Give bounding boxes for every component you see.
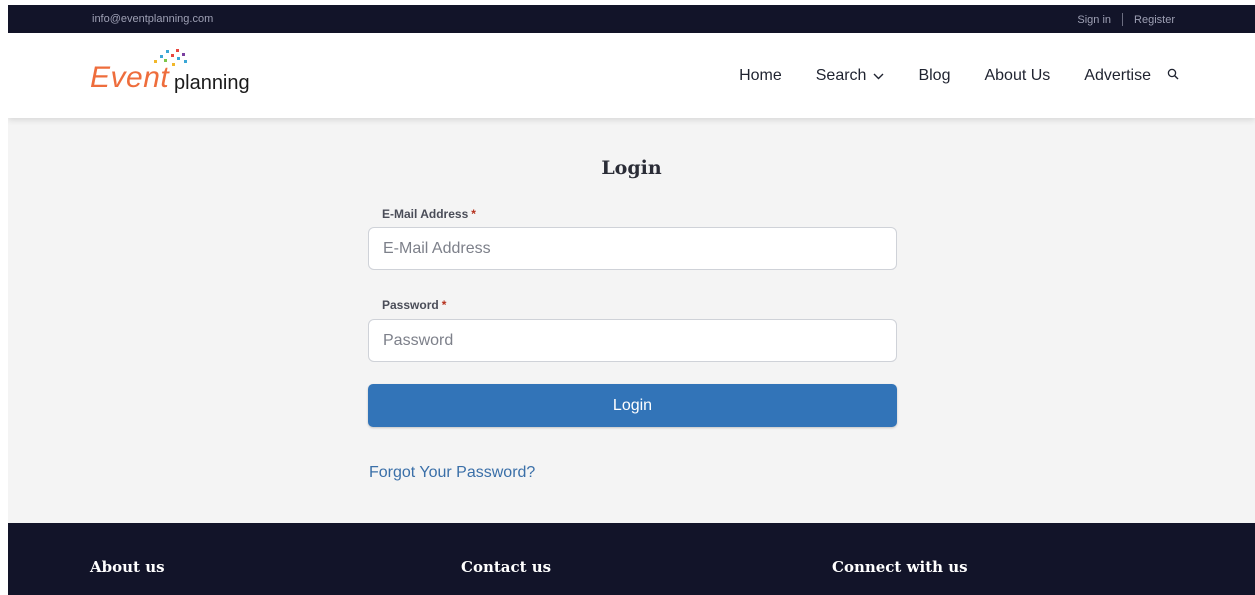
search-icon[interactable] <box>1167 67 1179 85</box>
contact-email: info@eventplanning.com <box>92 13 214 25</box>
footer-contact-heading: Contact us <box>461 558 552 576</box>
page-frame: info@eventplanning.com Sign in Register … <box>8 5 1255 595</box>
nav-about-us[interactable]: About Us <box>984 67 1050 85</box>
main-nav: Home Search Blog About Us Advertise <box>739 67 1179 85</box>
top-bar: info@eventplanning.com Sign in Register <box>8 5 1255 33</box>
password-label-text: Password <box>382 298 439 312</box>
email-label: E-Mail Address * <box>382 207 476 221</box>
footer-about-heading: About us <box>90 558 165 576</box>
nav-search-label: Search <box>815 67 867 84</box>
auth-divider <box>1122 13 1124 26</box>
nav-home-label: Home <box>739 67 782 84</box>
logo-text-planning: planning <box>174 72 250 94</box>
nav-advertise[interactable]: Advertise <box>1084 67 1151 85</box>
nav-search-dropdown[interactable]: Search <box>816 67 885 85</box>
nav-advertise-label: Advertise <box>1084 67 1151 84</box>
password-field[interactable] <box>368 319 897 362</box>
nav-blog-label: Blog <box>918 67 951 84</box>
sign-in-link[interactable]: Sign in <box>1077 14 1111 26</box>
forgot-password-link[interactable]: Forgot Your Password? <box>369 464 535 482</box>
chevron-down-icon <box>873 67 884 85</box>
nav-about-label: About Us <box>984 67 1051 84</box>
site-logo[interactable]: Event planning <box>88 45 288 105</box>
required-mark: * <box>471 207 476 221</box>
auth-links: Sign in Register <box>1077 13 1175 26</box>
site-header: Event planning Home Search Blog About Us… <box>8 33 1255 118</box>
page-title: Login <box>601 157 662 179</box>
required-mark: * <box>441 298 447 312</box>
logo-text-event: Event <box>90 61 170 94</box>
nav-home[interactable]: Home <box>739 67 782 85</box>
footer-connect-heading: Connect with us <box>832 558 968 576</box>
email-label-text: E-Mail Address <box>382 207 469 221</box>
register-link[interactable]: Register <box>1134 14 1175 26</box>
email-field[interactable] <box>368 227 897 270</box>
site-footer: About us Contact us Connect with us <box>8 523 1255 595</box>
login-button[interactable]: Login <box>368 384 897 427</box>
password-label: Password * <box>382 298 446 312</box>
nav-blog[interactable]: Blog <box>918 67 950 85</box>
